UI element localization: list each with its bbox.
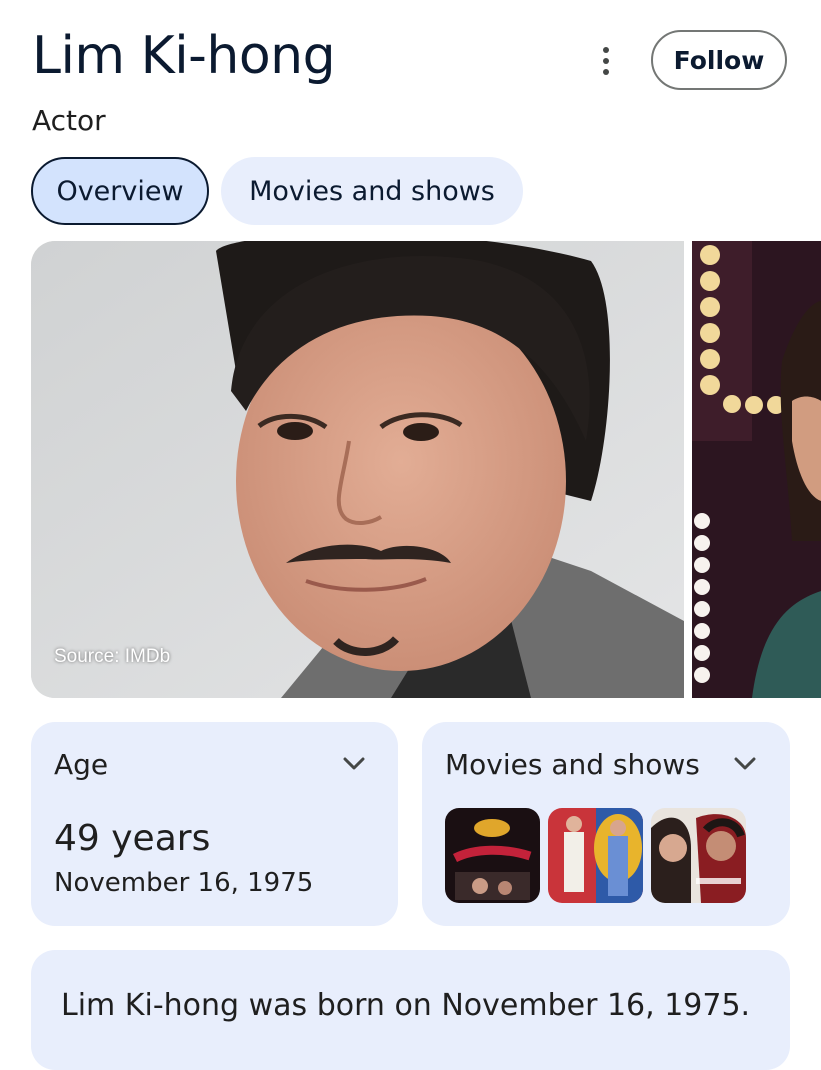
- movie-thumbnail[interactable]: [651, 808, 746, 903]
- age-value: 49 years: [54, 818, 211, 859]
- tab-overview[interactable]: Overview: [31, 157, 209, 225]
- image-source-label: Source: IMDb: [54, 646, 171, 667]
- bio-card: Lim Ki-hong was born on November 16, 197…: [31, 950, 790, 1070]
- movies-card[interactable]: Movies and shows: [422, 722, 790, 926]
- birth-date: November 16, 1975: [54, 868, 314, 898]
- bio-text: Lim Ki-hong was born on November 16, 197…: [61, 988, 751, 1023]
- movie-thumbnail[interactable]: [445, 808, 540, 903]
- secondary-image: [692, 241, 821, 698]
- page-subtitle: Actor: [32, 104, 106, 137]
- age-card-title: Age: [54, 748, 109, 781]
- chevron-down-icon[interactable]: [733, 756, 757, 772]
- secondary-photo[interactable]: [692, 241, 821, 698]
- more-options-icon[interactable]: [588, 38, 624, 84]
- movie-poster-image: [651, 808, 746, 903]
- age-card[interactable]: Age 49 years November 16, 1975: [31, 722, 398, 926]
- chevron-down-icon[interactable]: [342, 756, 366, 772]
- movies-card-title: Movies and shows: [445, 748, 700, 781]
- follow-button[interactable]: Follow: [651, 30, 787, 90]
- tab-movies-and-shows[interactable]: Movies and shows: [221, 157, 523, 225]
- movie-poster-image: [445, 808, 540, 903]
- more-dot: [603, 58, 609, 64]
- page-title: Lim Ki-hong: [32, 26, 336, 86]
- more-dot: [603, 47, 609, 53]
- main-photo[interactable]: [31, 241, 684, 698]
- portrait-image: [31, 241, 684, 698]
- movie-thumbnail[interactable]: [548, 808, 643, 903]
- more-dot: [603, 69, 609, 75]
- movie-poster-image: [548, 808, 643, 903]
